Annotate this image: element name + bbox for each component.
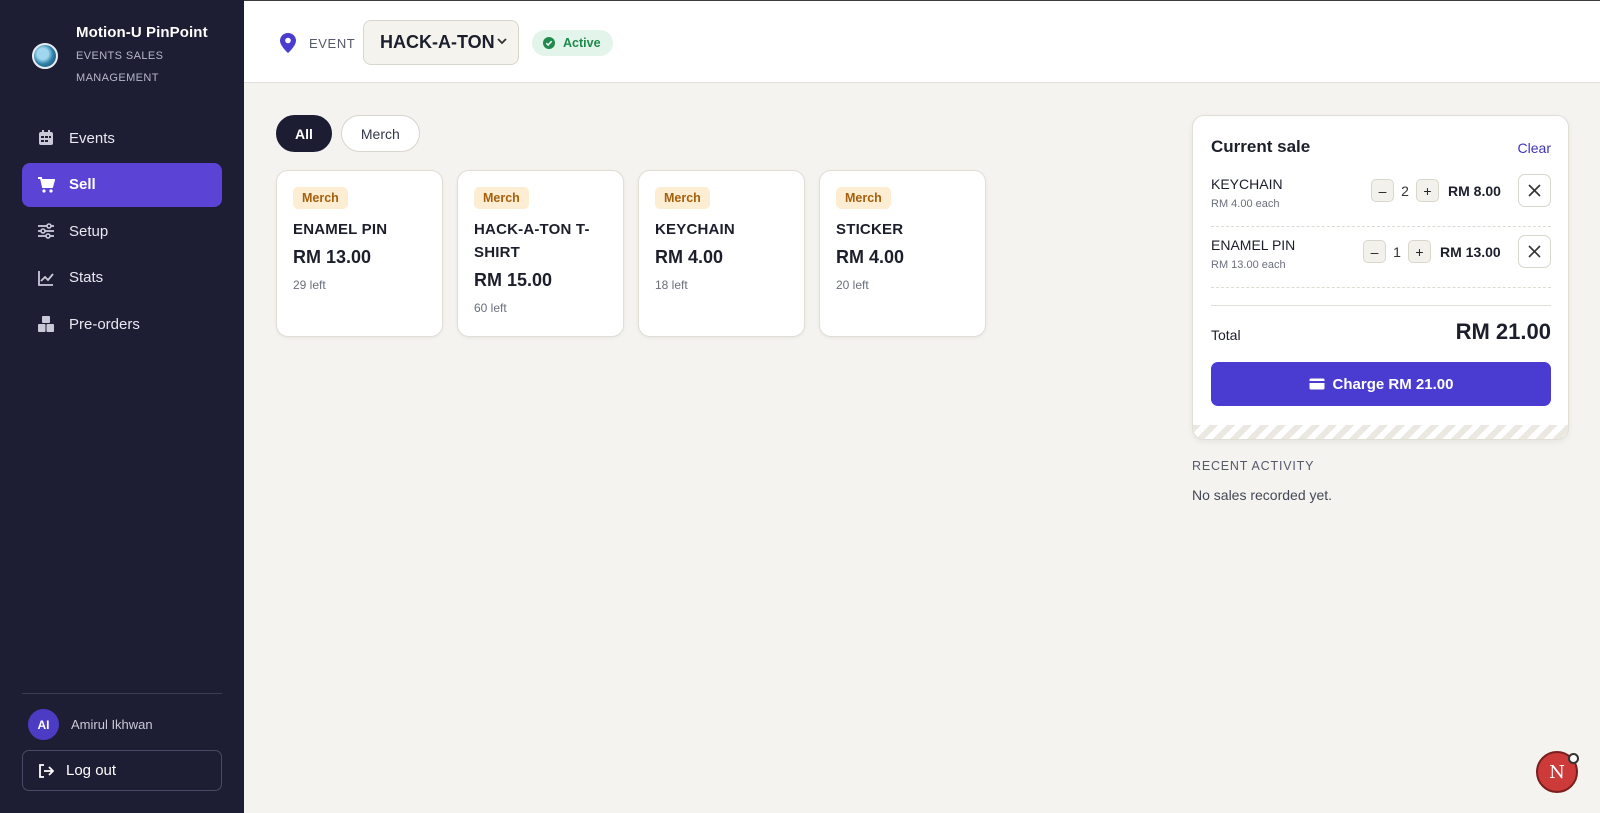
quantity-value: 1 (1393, 243, 1401, 260)
decrease-qty-button[interactable]: – (1363, 240, 1386, 263)
quantity-stepper: – 2 + (1371, 179, 1439, 202)
increase-qty-button[interactable]: + (1408, 240, 1431, 263)
total-value: RM 21.00 (1455, 319, 1551, 344)
sidebar-item-pre-orders[interactable]: Pre-orders (22, 302, 222, 346)
filter-chip-all[interactable]: All (276, 115, 332, 152)
category-tag: Merch (474, 187, 529, 209)
status-badge: Active (532, 30, 613, 56)
user-name: Amirul Ikhwan (71, 717, 153, 732)
increase-qty-button[interactable]: + (1416, 179, 1439, 202)
sidebar-item-sell[interactable]: Sell (22, 162, 222, 207)
sale-line-item: ENAMEL PIN RM 13.00 each – 1 + RM 13.00 (1211, 227, 1551, 288)
sidebar-item-events[interactable]: Events (22, 116, 222, 160)
chart-line-icon (37, 269, 55, 287)
sidebar-item-stats[interactable]: Stats (22, 256, 222, 300)
sidebar-item-label: Stats (69, 269, 104, 286)
product-price: RM 13.00 (293, 247, 372, 267)
app-subtitle-line: MANAGEMENT (76, 72, 159, 84)
sale-line-item: KEYCHAIN RM 4.00 each – 2 + RM 8.00 (1211, 166, 1551, 227)
cart-icon (37, 176, 55, 194)
boxes-icon (37, 315, 55, 333)
category-tag: Merch (655, 187, 710, 209)
sale-title: Current sale (1211, 137, 1311, 156)
line-item-unit-price: RM 4.00 each (1211, 198, 1280, 210)
app-name: Motion-U PinPoint (76, 24, 208, 41)
product-price: RM 4.00 (836, 247, 905, 267)
recent-activity-empty: No sales recorded yet. (1192, 487, 1333, 503)
quantity-value: 2 (1401, 182, 1409, 199)
sidebar-divider (22, 693, 222, 694)
charge-label: Charge RM 21.00 (1332, 375, 1454, 393)
product-grid: Merch ENAMEL PIN RM 13.00 29 left Merch … (276, 170, 1000, 337)
recent-activity-title: RECENT ACTIVITY (1192, 459, 1315, 473)
event-select-value: HACK-A-TON (380, 32, 495, 52)
sidebar: Motion-U PinPoint EVENTS SALES MANAGEMEN… (0, 0, 244, 813)
fab-status-dot (1568, 753, 1579, 764)
sidebar-item-label: Events (69, 129, 115, 147)
close-icon (1528, 184, 1541, 197)
product-stock: 18 left (655, 278, 688, 292)
remove-item-button[interactable] (1518, 174, 1551, 207)
product-stock: 60 left (474, 301, 507, 315)
sidebar-item-label: Pre-orders (69, 315, 140, 333)
quantity-stepper: – 1 + (1363, 240, 1431, 263)
decrease-qty-button[interactable]: – (1371, 179, 1394, 202)
sidebar-nav: Events Sell Setup Stats Pre-orders (22, 116, 222, 349)
product-price: RM 15.00 (474, 270, 553, 290)
total-label: Total (1211, 327, 1241, 343)
check-circle-icon (543, 37, 555, 49)
avatar: AI (28, 709, 59, 740)
product-stock: 29 left (293, 278, 326, 292)
product-card[interactable]: Merch KEYCHAIN RM 4.00 18 left (638, 170, 805, 337)
line-item-total: RM 13.00 (1440, 244, 1501, 260)
filter-chip-merch[interactable]: Merch (340, 115, 420, 152)
status-text: Active (563, 36, 601, 50)
event-label: EVENT (309, 36, 356, 51)
category-filters: All Merch (276, 115, 429, 152)
globe-logo-icon (32, 43, 58, 69)
user-profile: AI Amirul Ikhwan (28, 709, 153, 740)
close-icon (1528, 245, 1541, 258)
line-item-name: ENAMEL PIN (1211, 237, 1296, 253)
brand: Motion-U PinPoint EVENTS SALES MANAGEMEN… (32, 22, 208, 89)
logout-label: Log out (66, 762, 117, 779)
sale-divider (1211, 305, 1551, 306)
category-tag: Merch (836, 187, 891, 209)
event-select[interactable]: HACK-A-TON (363, 20, 519, 65)
product-name: KEYCHAIN (655, 221, 735, 238)
line-item-total: RM 8.00 (1448, 183, 1501, 199)
category-tag: Merch (293, 187, 348, 209)
line-item-unit-price: RM 13.00 each (1211, 259, 1286, 271)
logout-button[interactable]: Log out (22, 750, 222, 791)
map-pin-icon (280, 33, 296, 53)
sidebar-item-label: Setup (69, 222, 109, 240)
top-bar: EVENT HACK-A-TON Active (244, 0, 1600, 83)
app-subtitle: EVENTS SALES MANAGEMENT (76, 45, 208, 89)
product-name: STICKER (836, 221, 904, 238)
calendar-icon (37, 129, 55, 147)
clear-sale-link[interactable]: Clear (1518, 140, 1551, 156)
charge-button[interactable]: Charge RM 21.00 (1211, 362, 1551, 406)
product-stock: 20 left (836, 278, 869, 292)
sidebar-item-label: Sell (69, 176, 96, 193)
current-sale-panel: Current sale Clear KEYCHAIN RM 4.00 each… (1192, 115, 1569, 440)
sliders-icon (37, 222, 55, 240)
product-card[interactable]: Merch ENAMEL PIN RM 13.00 29 left (276, 170, 443, 337)
product-card[interactable]: Merch HACK-A-TON T-SHIRT RM 15.00 60 lef… (457, 170, 624, 337)
sidebar-item-setup[interactable]: Setup (22, 209, 222, 253)
brand-text: Motion-U PinPoint EVENTS SALES MANAGEMEN… (76, 22, 208, 89)
product-name: HACK-A-TON T-SHIRT (474, 221, 590, 261)
receipt-edge (1193, 425, 1568, 439)
product-name: ENAMEL PIN (293, 221, 388, 238)
product-card[interactable]: Merch STICKER RM 4.00 20 left (819, 170, 986, 337)
logout-icon (39, 763, 54, 778)
product-price: RM 4.00 (655, 247, 724, 267)
remove-item-button[interactable] (1518, 235, 1551, 268)
line-item-name: KEYCHAIN (1211, 176, 1283, 192)
credit-card-icon (1309, 378, 1325, 390)
chevron-down-icon (497, 38, 507, 45)
app-subtitle-line: EVENTS SALES (76, 50, 164, 62)
